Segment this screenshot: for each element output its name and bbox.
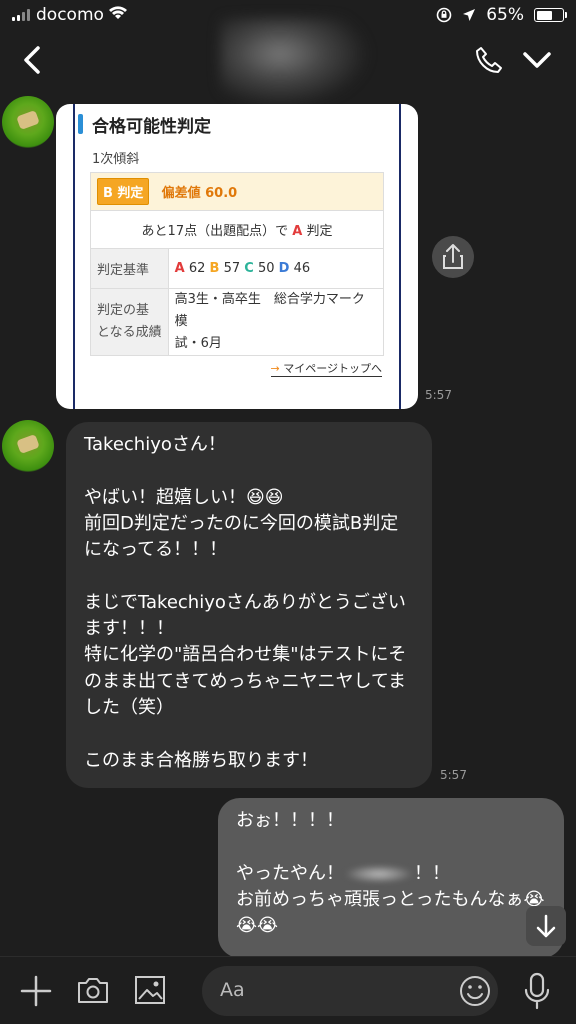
camera-icon[interactable]: [76, 975, 110, 1005]
battery-percent: 65%: [486, 5, 524, 25]
received-message[interactable]: Takechiyoさん！ やばい！超嬉しい！😆😆 前回D判定だったのに今回の模試…: [66, 422, 432, 788]
criteria-grade: A: [174, 261, 185, 276]
criteria-grade: C: [244, 261, 254, 276]
wifi-icon: [109, 6, 127, 19]
next-grade-letter: A: [292, 224, 303, 239]
scroll-down-button[interactable]: [526, 906, 566, 946]
contact-avatar[interactable]: [2, 420, 54, 472]
share-icon: [443, 244, 463, 269]
deviation-value: 偏差値 60.0: [161, 186, 238, 201]
basis-value: 高3生・高卒生 総合学力マーク模 試・6月: [167, 288, 385, 356]
criteria-score: 62: [188, 261, 206, 276]
screen-lock-icon: [436, 7, 452, 23]
criteria-values: A 62 B 57 C 50 D 46: [167, 248, 385, 289]
signal-icon: [12, 9, 30, 21]
criteria-grade: B: [209, 261, 220, 276]
criteria-score: 46: [293, 261, 311, 276]
battery-icon: [534, 8, 567, 22]
sent-message[interactable]: おぉ！！！！ やったやん！！！ お前めっちゃ頑張っとったもんなぁ😭😭😭: [218, 798, 564, 958]
grade-badge: B 判定: [97, 178, 150, 205]
blurred-name: [344, 864, 414, 883]
message-time: 5:57: [440, 768, 467, 782]
chevron-down-icon[interactable]: [520, 44, 554, 76]
shared-image-card[interactable]: 合格可能性判定 1次傾斜 B 判定 偏差値 60.0 あと17点（出題配点）で …: [56, 104, 418, 409]
criteria-score: 50: [257, 261, 275, 276]
mypage-link[interactable]: マイページトップへ: [270, 360, 382, 377]
share-button[interactable]: [432, 236, 474, 278]
message-time: 5:57: [425, 388, 452, 402]
arrow-down-icon: [536, 914, 556, 938]
next-grade-suffix: 判定: [306, 224, 333, 239]
chat-header: [0, 18, 576, 108]
phone-icon[interactable]: [474, 44, 504, 76]
emoji-icon[interactable]: [458, 974, 492, 1008]
location-icon: [463, 9, 476, 21]
microphone-icon[interactable]: [522, 971, 552, 1011]
criteria-label: 判定基準: [90, 248, 169, 289]
contact-avatar[interactable]: [2, 96, 54, 148]
basis-label: 判定の基 となる成績: [90, 288, 169, 356]
criteria-grade: D: [278, 261, 290, 276]
plus-icon[interactable]: [20, 975, 52, 1007]
carrier-name: docomo: [36, 5, 104, 25]
contact-name-blurred: [220, 18, 370, 108]
next-grade-text: あと17点（出題配点）で: [141, 224, 289, 239]
image-icon[interactable]: [134, 975, 166, 1005]
input-placeholder: Aa: [220, 979, 245, 1001]
message-input[interactable]: Aa: [202, 966, 498, 1016]
back-chevron-icon[interactable]: [18, 42, 46, 78]
next-grade-row: あと17点（出題配点）で A 判定: [90, 210, 384, 249]
sent-message-text: おぉ！！！！ やったやん！: [236, 810, 344, 884]
card-title: 合格可能性判定: [78, 112, 211, 137]
criteria-score: 57: [223, 261, 241, 276]
grade-row: B 判定 偏差値 60.0: [90, 172, 384, 211]
card-subtitle: 1次傾斜: [92, 152, 140, 167]
judgement-table: B 判定 偏差値 60.0 あと17点（出題配点）で A 判定 判定基準 A 6…: [90, 172, 385, 356]
